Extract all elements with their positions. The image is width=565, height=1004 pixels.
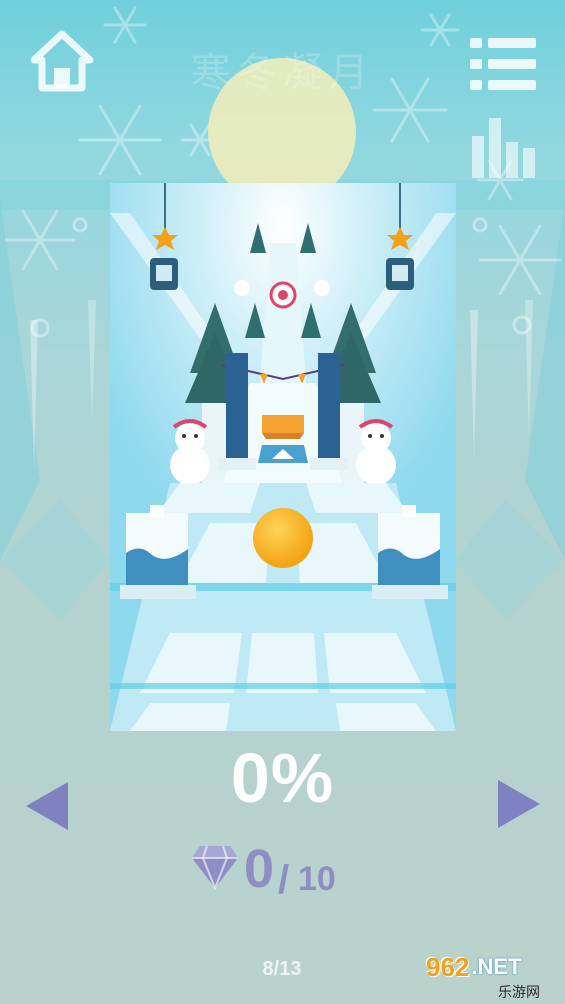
watermark-logo: 962 [426, 951, 470, 982]
menu-list-icon [470, 38, 536, 90]
bar-chart-icon [472, 118, 535, 178]
ice-block-left [120, 505, 196, 599]
diamond-icon [192, 845, 238, 890]
triangle-right-icon [498, 780, 540, 828]
watermark-sub: 乐游网 [498, 985, 540, 1001]
home-icon [30, 30, 94, 92]
menu-button[interactable] [470, 38, 536, 90]
ice-block-right [372, 505, 448, 599]
triangle-left-icon [26, 782, 68, 830]
level-preview-image[interactable] [110, 183, 456, 731]
watermark: 962 .NET 乐游网 [426, 951, 560, 1002]
leaderboard-button[interactable] [472, 118, 536, 178]
previous-level-button[interactable] [24, 780, 72, 832]
level-title: 寒冬凝月 [190, 50, 375, 96]
next-level-button[interactable] [494, 778, 542, 830]
watermark-domain: .NET [471, 954, 522, 979]
gems-collected: 0 [244, 839, 275, 899]
player-ball [253, 508, 313, 568]
level-page-indicator: 8/13 [262, 958, 302, 980]
gem-counter: 0 / 10 [190, 838, 390, 908]
home-button[interactable] [30, 30, 94, 92]
gems-total: 10 [298, 860, 336, 898]
progress-percent: 0% [230, 739, 335, 817]
gems-separator: / [278, 858, 290, 902]
